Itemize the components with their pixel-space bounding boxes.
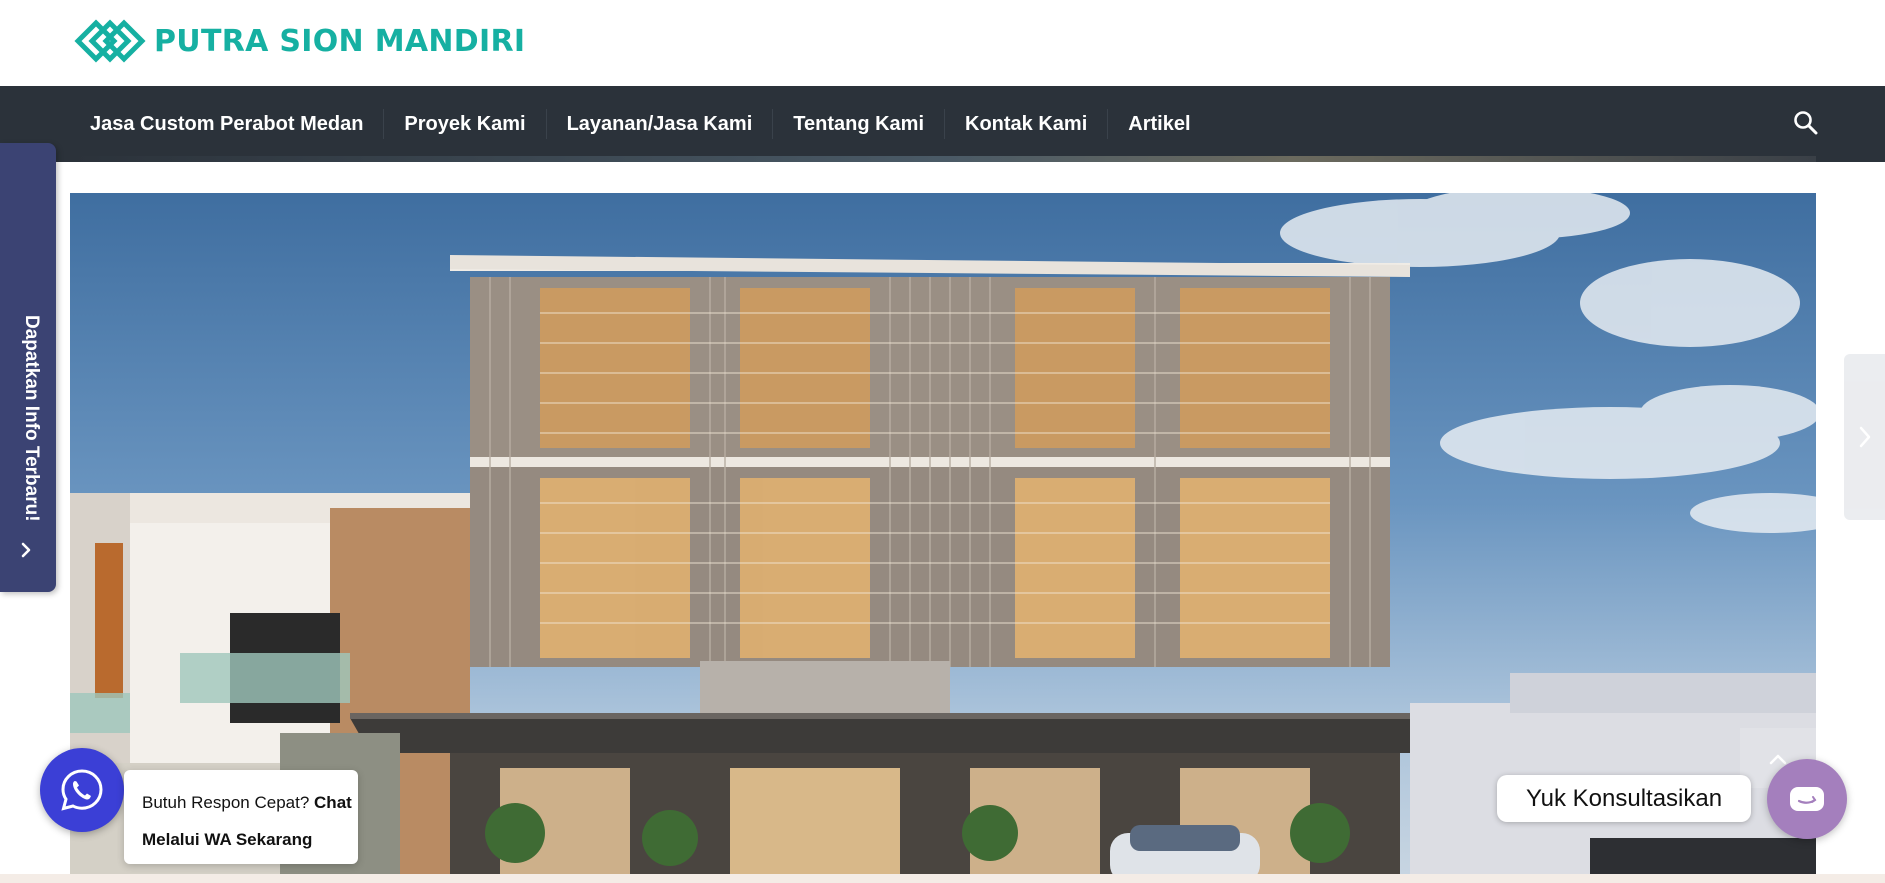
main-navigation: Jasa Custom Perabot Medan Proyek Kami La… bbox=[0, 86, 1885, 162]
slider-next-button[interactable] bbox=[1844, 354, 1885, 520]
chevron-right-icon[interactable] bbox=[16, 540, 36, 560]
nav-menu: Jasa Custom Perabot Medan Proyek Kami La… bbox=[70, 86, 1211, 162]
nav-item-tentang-kami[interactable]: Tentang Kami bbox=[773, 109, 946, 139]
whatsapp-chat-bubble[interactable]: Butuh Respon Cepat? Chat Melalui WA Seka… bbox=[124, 770, 358, 864]
page-bottom-edge bbox=[0, 874, 1885, 883]
nav-item-jasa-custom-perabot[interactable]: Jasa Custom Perabot Medan bbox=[70, 109, 385, 139]
whatsapp-button[interactable] bbox=[40, 748, 124, 832]
nav-item-kontak-kami[interactable]: Kontak Kami bbox=[945, 109, 1109, 139]
whatsapp-cta-text: Melalui WA Sekarang bbox=[142, 830, 313, 849]
info-side-tab[interactable]: Dapatkan Info Terbaru! bbox=[0, 143, 56, 592]
page: PUTRA SION MANDIRI Jasa Custom Perabot M… bbox=[0, 0, 1885, 883]
site-header: PUTRA SION MANDIRI bbox=[0, 0, 1885, 86]
search-icon[interactable] bbox=[1792, 109, 1820, 137]
consult-label[interactable]: Yuk Konsultasikan bbox=[1497, 775, 1751, 822]
brand-name: PUTRA SION MANDIRI bbox=[154, 23, 526, 59]
site-logo[interactable]: PUTRA SION MANDIRI bbox=[74, 16, 525, 66]
chat-icon bbox=[1790, 787, 1824, 811]
whatsapp-prompt-text: Butuh Respon Cepat? bbox=[142, 793, 310, 812]
hero-top-strip bbox=[70, 156, 1816, 162]
side-tab-label: Dapatkan Info Terbaru! bbox=[21, 315, 42, 522]
nav-item-artikel[interactable]: Artikel bbox=[1108, 109, 1210, 139]
nav-item-proyek-kami[interactable]: Proyek Kami bbox=[384, 109, 547, 139]
nav-item-layanan-jasa[interactable]: Layanan/Jasa Kami bbox=[547, 109, 774, 139]
whatsapp-icon bbox=[61, 769, 103, 811]
whatsapp-chat-text: Chat bbox=[314, 793, 352, 812]
chevron-right-icon bbox=[1859, 426, 1871, 448]
chevron-up-icon bbox=[1769, 754, 1787, 765]
logo-mark-icon bbox=[74, 19, 146, 63]
consult-chat-button[interactable] bbox=[1767, 759, 1847, 839]
